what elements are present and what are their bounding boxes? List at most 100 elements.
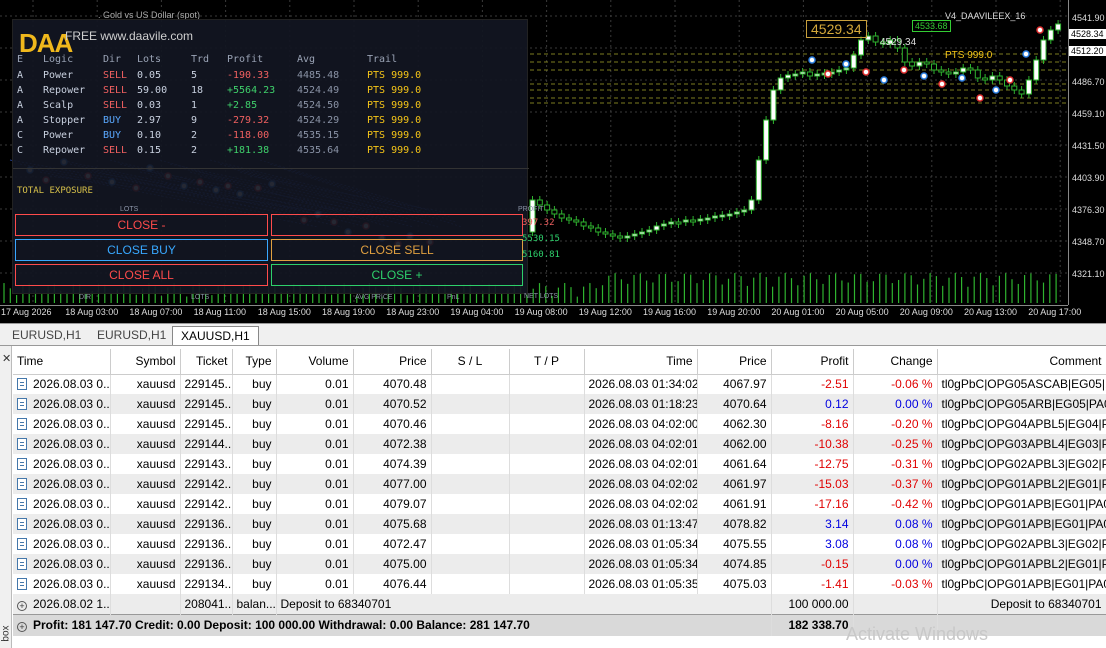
dashboard-cell-avg: 4485.48 [297, 70, 340, 81]
cell-price: 4079.07 [353, 494, 432, 514]
trade-row[interactable]: 2026.08.03 0... xauusd 229142... buy 0.01 407… [13, 494, 1106, 514]
dashboard-cell-trail: PTS 999.0 [367, 85, 422, 96]
cell-ticket: 229136... [180, 534, 233, 554]
cell-symbol: xauusd [110, 434, 181, 454]
cell-time: 2026.08.03 0... [13, 554, 111, 574]
candle-body [741, 209, 748, 213]
dashboard-row: A Stopper BUY 2.97 9 -279.32 4524.29 PTS 999.0 [15, 113, 455, 128]
cell-type: buy [232, 414, 277, 434]
candle-body [602, 231, 609, 235]
candle-body [558, 213, 565, 219]
cell-cprice: 4061.97 [697, 474, 772, 494]
open-time: 2026.08.03 0... [33, 557, 110, 571]
price-chart[interactable]: 4541.90 4528.34 4512.20 4486.70 4459.10 4431.… [0, 0, 1106, 323]
trade-marker [938, 80, 946, 88]
deposit-row[interactable]: +2026.08.02 1... 208041... balan... Deposit… [13, 594, 1106, 614]
cell-comment: tl0gPbC|OPG01APB|EG01|PA01 [937, 514, 1106, 534]
cell-symbol: xauusd [110, 554, 181, 574]
column-header[interactable]: Comment [937, 349, 1106, 375]
candle-body [858, 39, 864, 56]
price-axis-label: 4321.10 [1072, 269, 1105, 279]
close-icon[interactable]: ✕ [2, 352, 11, 365]
time-axis-label: 18 Aug 03:00 [65, 307, 119, 317]
open-time: 2026.08.03 0... [33, 377, 110, 392]
cell-volume: 0.01 [276, 394, 354, 414]
cell-ctime: 2026.08.03 04:02:02 [584, 494, 698, 514]
column-header[interactable]: Type [232, 349, 277, 375]
close-red-button-2[interactable] [271, 214, 523, 236]
open-time: 2026.08.03 0... [33, 457, 110, 471]
close-all-button[interactable]: CLOSE ALL [15, 264, 268, 286]
trade-row[interactable]: 2026.08.03 0... xauusd 229143... buy 0.01 407… [13, 454, 1106, 474]
cell-ticket: 229134... [180, 574, 233, 594]
cell-type: buy [232, 554, 277, 574]
column-header[interactable]: Ticket [180, 349, 233, 375]
cell-tp [509, 554, 585, 574]
price-axis-label: 4541.90 [1072, 13, 1105, 23]
trade-row[interactable]: 2026.08.03 0... xauusd 229144... buy 0.01 407… [13, 434, 1106, 454]
cell-time: 2026.08.03 0... [13, 434, 111, 454]
cell-ctime: 2026.08.03 04:02:00 [584, 414, 698, 434]
cell-cprice: 4061.91 [697, 494, 772, 514]
candle-body [697, 218, 704, 222]
candle-body [960, 67, 967, 73]
column-header[interactable]: Symbol [110, 349, 181, 375]
cell-comment: tl0gPbC|OPG01APBL2|EG01|P... [937, 554, 1106, 574]
cell-tp [509, 434, 585, 454]
column-header[interactable]: Price [353, 349, 432, 375]
dashboard-cell-profit: +181.38 [227, 145, 270, 156]
cell-sl [431, 434, 510, 454]
cell-symbol: xauusd [110, 474, 181, 494]
dashboard-divider [13, 168, 529, 169]
cell-profit: -8.16 [771, 414, 854, 434]
open-time: 2026.08.03 0... [33, 477, 110, 491]
cell-profit: -10.38 [771, 434, 854, 454]
column-header[interactable]: Volume [276, 349, 354, 375]
column-header[interactable]: Time [13, 349, 111, 375]
column-header[interactable]: Time [584, 349, 698, 375]
cell-tp [509, 534, 585, 554]
dashboard-header-cell: Dir [103, 54, 122, 65]
cell-sl [431, 574, 510, 594]
cell-symbol [110, 594, 181, 614]
candle-body [843, 67, 850, 71]
close-plus-button[interactable]: CLOSE + [271, 264, 523, 286]
close-buy-button[interactable]: CLOSE BUY [15, 239, 268, 261]
candle-body [609, 233, 616, 237]
cell-tp [509, 574, 585, 594]
trade-row[interactable]: 2026.08.03 0... xauusd 229142... buy 0.01 407… [13, 474, 1106, 494]
trade-row[interactable]: 2026.08.03 0... xauusd 229134... buy 0.01 407… [13, 574, 1106, 594]
cell-comment: tl0gPbC|OPG01APBL2|EG01|P... [937, 474, 1106, 494]
order-document-icon [17, 438, 27, 450]
tab-xauusd-h1[interactable]: XAUUSD,H1 [172, 326, 259, 345]
column-header[interactable]: Change [853, 349, 938, 375]
cell-price: 4072.38 [353, 434, 432, 454]
tab-eurusd-h1-1[interactable]: EURUSD,H1 [4, 326, 89, 345]
order-document-icon [17, 578, 27, 590]
trade-row[interactable]: 2026.08.03 0... xauusd 229145... buy 0.01 407… [13, 374, 1106, 394]
time-axis-label: 20 Aug 05:00 [835, 307, 889, 317]
dashboard-row: C Repower SELL 0.15 2 +181.38 4535.64 PTS 999.0 [15, 143, 455, 158]
close-sell-button[interactable]: CLOSE SELL [271, 239, 523, 261]
tab-eurusd-h1-2[interactable]: EURUSD,H1 [89, 326, 174, 345]
footer-lots: LOTS [191, 294, 210, 301]
cell-ctime: 2026.08.03 01:05:34 [584, 534, 698, 554]
column-header[interactable]: S / L [431, 349, 510, 375]
cell-volume: 0.01 [276, 514, 354, 534]
trade-row[interactable]: 2026.08.03 0... xauusd 229136... buy 0.01 407… [13, 554, 1106, 574]
trade-row[interactable]: 2026.08.03 0... xauusd 229136... buy 0.01 407… [13, 534, 1106, 554]
column-header[interactable]: Price [697, 349, 772, 375]
column-header[interactable]: T / P [509, 349, 585, 375]
column-header[interactable]: Profit [771, 349, 854, 375]
side-value-2: 5530.15 [522, 234, 560, 244]
trade-row[interactable]: 2026.08.03 0... xauusd 229136... buy 0.01 407… [13, 514, 1106, 534]
side-value-3: 5160.81 [522, 250, 560, 260]
close-minus-button[interactable]: CLOSE - [15, 214, 268, 236]
side-value-1: 397.32 [522, 218, 555, 228]
trade-row[interactable]: 2026.08.03 0... xauusd 229145... buy 0.01 407… [13, 394, 1106, 414]
time-axis-label: 19 Aug 20:00 [707, 307, 761, 317]
candle-body [719, 214, 726, 218]
trade-marker [1022, 50, 1030, 58]
trade-marker [842, 60, 850, 68]
trade-row[interactable]: 2026.08.03 0... xauusd 229145... buy 0.01 407… [13, 414, 1106, 434]
